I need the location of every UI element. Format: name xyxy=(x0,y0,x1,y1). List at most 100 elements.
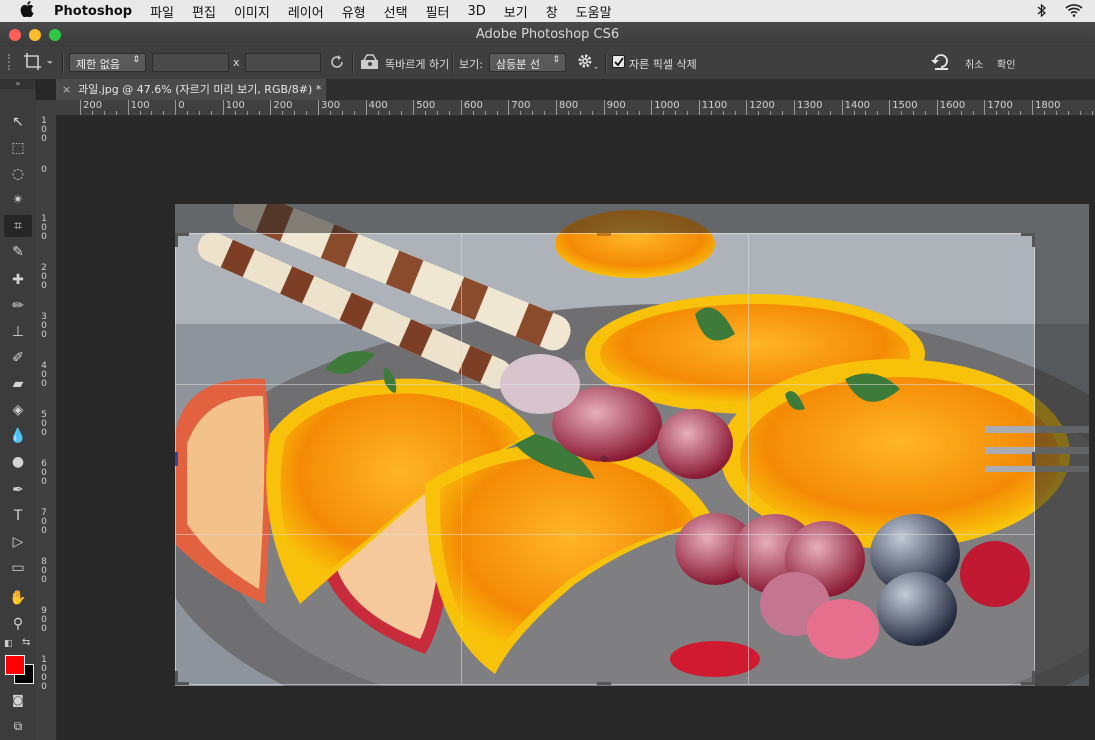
delete-cropped-checkbox[interactable] xyxy=(612,55,625,68)
crop-handle-bottom-right[interactable] xyxy=(1032,671,1035,685)
crop-width-input[interactable] xyxy=(152,53,229,72)
default-colors-icon[interactable]: ◧ xyxy=(4,639,13,649)
delete-cropped-label[interactable]: 자른 픽셀 삭제 xyxy=(629,56,697,72)
ruler-minor-tick xyxy=(544,111,546,115)
ruler-origin[interactable] xyxy=(36,100,56,115)
confirm-button[interactable]: 확인 xyxy=(997,56,1015,71)
swap-colors-icon[interactable]: ⇆ xyxy=(22,637,30,648)
stepper-arrows-icon: ⇕ xyxy=(552,55,560,65)
crop-handle-top-left[interactable] xyxy=(175,233,178,247)
ruler-minor-tick xyxy=(639,111,641,115)
checkmark-icon xyxy=(614,57,624,67)
healing-brush-tool-icon[interactable]: ✚ xyxy=(4,269,32,291)
close-tab-icon[interactable]: × xyxy=(62,79,71,100)
path-selection-tool-icon[interactable]: ▷ xyxy=(4,531,32,553)
ruler-label: 4 0 0 xyxy=(41,361,47,389)
magic-wand-tool-icon[interactable]: ✴ xyxy=(4,189,32,211)
rectangle-tool-icon[interactable]: ▭ xyxy=(4,557,32,579)
quick-mask-icon[interactable]: ◙ xyxy=(4,689,32,711)
clone-stamp-tool-icon[interactable]: ⊥ xyxy=(4,321,32,343)
ruler-label: 9 0 0 xyxy=(41,606,47,634)
history-brush-tool-icon[interactable]: ✐ xyxy=(4,347,32,369)
ruler-minor-tick xyxy=(948,111,950,115)
cancel-button[interactable]: 취소 xyxy=(965,56,983,71)
eraser-tool-icon[interactable]: ▰ xyxy=(4,373,32,395)
hand-tool-icon[interactable]: ✋ xyxy=(4,587,32,609)
ruler-label: 1800 xyxy=(1035,100,1061,111)
menu-help[interactable]: 도움말 xyxy=(576,2,612,21)
options-bar-grip[interactable] xyxy=(8,54,18,70)
document-tab[interactable]: × 과일.jpg @ 47.6% (자르기 미리 보기, RGB/8#) * xyxy=(56,79,326,100)
ruler-minor-tick xyxy=(829,111,831,115)
menu-view[interactable]: 보기 xyxy=(504,2,528,21)
crop-box[interactable]: ✧ xyxy=(175,233,1035,685)
ruler-label: 800 xyxy=(559,100,579,111)
crop-tool-icon[interactable]: ⌗ xyxy=(4,215,32,237)
ruler-minor-tick xyxy=(1079,111,1081,115)
ruler-minor-tick xyxy=(984,111,986,115)
menu-layer[interactable]: 레이어 xyxy=(288,2,324,21)
menu-filter[interactable]: 필터 xyxy=(426,2,450,21)
ruler-minor-tick xyxy=(567,111,569,115)
foreground-color-swatch[interactable] xyxy=(5,655,25,675)
crop-handle-top-right[interactable] xyxy=(1032,233,1035,247)
ruler-minor-tick xyxy=(1043,111,1045,115)
menu-app-photoshop[interactable]: Photoshop xyxy=(54,4,132,19)
ruler-minor-tick xyxy=(1032,111,1033,115)
eyedropper-tool-icon[interactable]: ✎ xyxy=(4,241,32,263)
zoom-tool-icon[interactable]: ⚲ xyxy=(4,613,32,635)
blur-tool-icon[interactable]: 💧 xyxy=(4,425,32,447)
gear-icon[interactable] xyxy=(576,52,600,71)
document-tab-title: 과일.jpg @ 47.6% (자르기 미리 보기, RGB/8#) * xyxy=(78,83,322,96)
reset-icon[interactable] xyxy=(930,52,952,71)
thirds-line-vertical xyxy=(461,234,462,684)
ruler-minor-tick xyxy=(80,111,81,115)
apple-menu-icon[interactable] xyxy=(20,1,36,21)
lasso-tool-icon[interactable]: ◌ xyxy=(4,163,32,185)
ruler-minor-tick xyxy=(627,111,629,115)
ruler-label: 1300 xyxy=(797,100,823,111)
ruler-minor-tick xyxy=(722,111,724,115)
dodge-tool-icon[interactable]: ● xyxy=(4,451,32,473)
crop-ratio-select[interactable]: 제한 없음 ⇕ xyxy=(69,53,146,72)
ruler-minor-tick xyxy=(960,111,962,115)
menu-edit[interactable]: 편집 xyxy=(192,2,216,21)
marquee-tool-icon[interactable]: ⬚ xyxy=(4,137,32,159)
straighten-icon[interactable] xyxy=(360,54,380,73)
menu-3d[interactable]: 3D xyxy=(467,4,485,19)
bluetooth-icon[interactable] xyxy=(1037,3,1047,22)
ruler-minor-tick xyxy=(520,111,522,115)
collapse-panel-icon[interactable]: » xyxy=(0,79,36,89)
crop-handle-top[interactable] xyxy=(597,233,611,236)
menu-type[interactable]: 유형 xyxy=(342,2,366,21)
screen-mode-icon[interactable]: ⧉ xyxy=(4,715,32,737)
paint-bucket-tool-icon[interactable]: ◈ xyxy=(4,399,32,421)
straighten-label[interactable]: 똑바르게 하기 xyxy=(385,56,449,72)
crop-handle-left[interactable] xyxy=(175,452,178,466)
ruler-minor-tick xyxy=(663,111,665,115)
type-tool-icon[interactable]: T xyxy=(4,505,32,527)
horizontal-ruler[interactable]: 200 100 0 100 200 300 400 500 600 700 800 900 1000 11… xyxy=(56,100,1095,116)
ruler-minor-tick xyxy=(913,111,914,115)
crop-handle-right[interactable] xyxy=(1032,452,1035,466)
vertical-ruler[interactable]: 1 0 0 0 1 0 0 2 0 0 3 0 0 4 0 0 5 0 0 6 0 0 7 0 … xyxy=(36,115,57,740)
ruler-minor-tick xyxy=(210,111,212,115)
ruler-minor-tick xyxy=(770,111,772,115)
swap-dimensions-icon[interactable] xyxy=(328,53,346,72)
pen-tool-icon[interactable]: ✒ xyxy=(4,479,32,501)
move-tool-icon[interactable]: ↖ xyxy=(4,111,32,133)
crop-handle-bottom-left[interactable] xyxy=(175,671,178,685)
menu-image[interactable]: 이미지 xyxy=(234,2,270,21)
brush-tool-icon[interactable]: ✏ xyxy=(4,295,32,317)
menu-select[interactable]: 선택 xyxy=(384,2,408,21)
menu-file[interactable]: 파일 xyxy=(150,2,174,21)
crop-handle-bottom[interactable] xyxy=(597,682,611,685)
wifi-icon[interactable] xyxy=(1065,3,1083,22)
ruler-minor-tick xyxy=(865,111,867,115)
crop-height-input[interactable] xyxy=(245,53,321,72)
ruler-label: 1700 xyxy=(987,100,1013,111)
menu-window[interactable]: 창 xyxy=(546,2,558,21)
ruler-label: 500 xyxy=(416,100,436,111)
view-overlay-select[interactable]: 삼등분 선 ⇕ xyxy=(489,53,566,72)
crop-tool-preset-icon[interactable] xyxy=(22,51,53,70)
